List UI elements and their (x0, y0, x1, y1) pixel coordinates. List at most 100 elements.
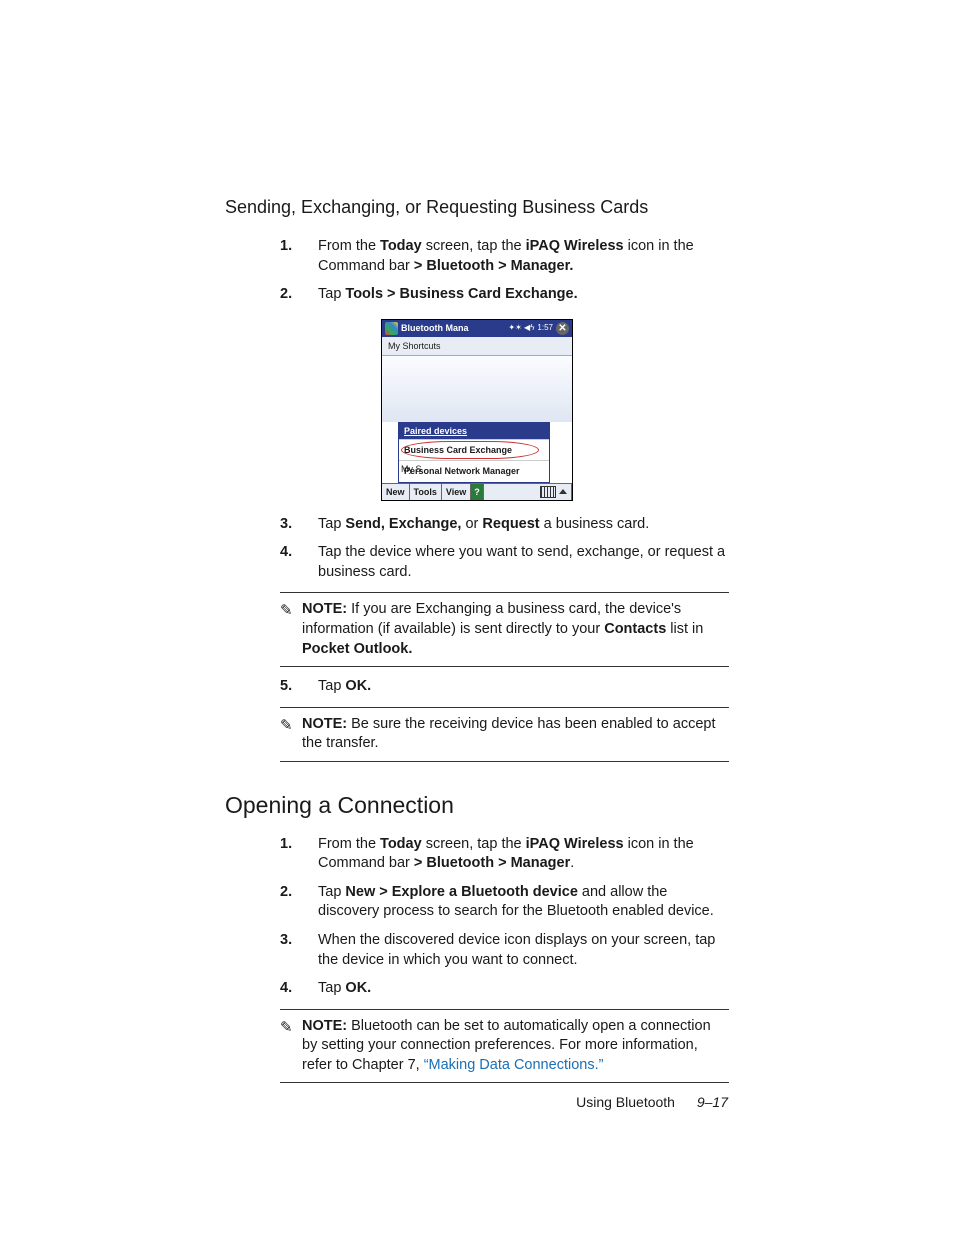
t: > Bluetooth > Manager. (414, 258, 574, 274)
t: Be sure the receiving device has been en… (302, 716, 716, 752)
t: Send, Exchange, (345, 516, 461, 532)
t: Pocket Outlook. (302, 641, 412, 657)
step-text: From the Today screen, tap the iPAQ Wire… (318, 835, 729, 874)
t: From the (318, 238, 380, 254)
t: iPAQ Wireless (526, 836, 624, 852)
note-icon: ✎ (280, 1017, 302, 1076)
note-text: NOTE: Bluetooth can be set to automatica… (302, 1017, 729, 1076)
steps-list-1: 1. From the Today screen, tap the iPAQ W… (280, 237, 729, 305)
t: > Bluetooth > Manager (414, 855, 570, 871)
t: or (461, 516, 482, 532)
link-making-data-connections[interactable]: “Making Data Connections.” (424, 1057, 604, 1073)
note-text: NOTE: Be sure the receiving device has b… (302, 715, 729, 754)
step-text: Tap OK. (318, 979, 729, 999)
step-number: 1. (280, 237, 318, 276)
t: Tap (318, 884, 345, 900)
steps-list-1b: 3. Tap Send, Exchange, or Request a busi… (280, 515, 729, 583)
clock: 1:57 (537, 323, 553, 334)
heading-opening-a-connection: Opening a Connection (225, 790, 729, 821)
step-number: 5. (280, 677, 318, 697)
embedded-screenshot: Bluetooth Mana ✦✶ ◀ϟ 1:57 ✕ My Shortcuts… (381, 319, 573, 501)
device-body (382, 356, 572, 422)
t: Today (380, 836, 422, 852)
t: screen, tap the (422, 238, 526, 254)
t: Tap (318, 516, 345, 532)
note-icon: ✎ (280, 715, 302, 754)
keyboard-icon (540, 486, 556, 498)
step-1: 1. From the Today screen, tap the iPAQ W… (280, 835, 729, 874)
footer-chapter: Using Bluetooth (576, 1094, 675, 1110)
step-text: Tap New > Explore a Bluetooth device and… (318, 883, 729, 922)
window-title: Bluetooth Mana (401, 322, 505, 334)
section-title: Sending, Exchanging, or Requesting Busin… (225, 195, 729, 219)
t: . (570, 855, 574, 871)
step-5: 5. Tap OK. (280, 677, 729, 697)
t: OK. (345, 980, 371, 996)
device-bottom-bar: New Tools View ? (382, 483, 572, 500)
t: Tap (318, 678, 345, 694)
t: Tools > Business Card Exchange. (345, 286, 577, 302)
step-number: 4. (280, 979, 318, 999)
step-text: Tap the device where you want to send, e… (318, 543, 729, 582)
tab-my-shortcuts: My Shortcuts (382, 337, 572, 356)
step-number: 2. (280, 285, 318, 305)
footer-page-number: 9–17 (697, 1094, 728, 1110)
note-3: ✎ NOTE: Bluetooth can be set to automati… (280, 1009, 729, 1084)
step-1: 1. From the Today screen, tap the iPAQ W… (280, 237, 729, 276)
device-titlebar: Bluetooth Mana ✦✶ ◀ϟ 1:57 ✕ (382, 320, 572, 337)
bb-new: New (382, 483, 410, 500)
keyboard-toggle (536, 483, 572, 500)
t: Tap (318, 980, 345, 996)
t: Tap (318, 286, 345, 302)
note-icon: ✎ (280, 600, 302, 659)
step-text: Tap Tools > Business Card Exchange. (318, 285, 729, 305)
t: New > Explore a Bluetooth device (345, 884, 577, 900)
step-number: 1. (280, 835, 318, 874)
step-3: 3. When the discovered device icon displ… (280, 931, 729, 970)
t: Contacts (604, 621, 666, 637)
note-1: ✎ NOTE: If you are Exchanging a business… (280, 592, 729, 667)
t: My Shortcuts (388, 341, 441, 351)
t: NOTE: (302, 716, 347, 732)
step-number: 3. (280, 931, 318, 970)
chevron-up-icon (559, 489, 567, 494)
t: Request (482, 516, 539, 532)
menu-header-paired-devices: Paired devices (399, 423, 549, 439)
steps-list-2: 1. From the Today screen, tap the iPAQ W… (280, 835, 729, 999)
t: screen, tap the (422, 836, 526, 852)
t: My S (401, 463, 422, 475)
step-3: 3. Tap Send, Exchange, or Request a busi… (280, 515, 729, 535)
bb-tools: Tools (410, 483, 442, 500)
page-footer: Using Bluetooth 9–17 (576, 1094, 728, 1110)
menu-item-business-card-exchange: Business Card Exchange (399, 439, 549, 460)
step-2: 2. Tap New > Explore a Bluetooth device … (280, 883, 729, 922)
step-number: 3. (280, 515, 318, 535)
steps-list-1c: 5. Tap OK. (280, 677, 729, 697)
t: NOTE: (302, 601, 347, 617)
step-4: 4. Tap OK. (280, 979, 729, 999)
step-text: Tap OK. (318, 677, 729, 697)
t: iPAQ Wireless (526, 238, 624, 254)
t: a business card. (540, 516, 650, 532)
step-4: 4. Tap the device where you want to send… (280, 543, 729, 582)
spacer (484, 483, 536, 500)
note-2: ✎ NOTE: Be sure the receiving device has… (280, 707, 729, 762)
step-number: 4. (280, 543, 318, 582)
t: list in (666, 621, 703, 637)
note-text: NOTE: If you are Exchanging a business c… (302, 600, 729, 659)
bb-view: View (442, 483, 471, 500)
t: From the (318, 836, 380, 852)
status-icons: ✦✶ ◀ϟ (508, 323, 534, 334)
t: NOTE: (302, 1018, 347, 1034)
t: Today (380, 238, 422, 254)
popup-menu: Paired devices Business Card Exchange My… (398, 422, 550, 482)
help-icon: ? (471, 483, 484, 500)
t: OK. (345, 678, 371, 694)
close-icon: ✕ (556, 322, 569, 335)
step-text: From the Today screen, tap the iPAQ Wire… (318, 237, 729, 276)
step-number: 2. (280, 883, 318, 922)
step-text: When the discovered device icon displays… (318, 931, 729, 970)
step-2: 2. Tap Tools > Business Card Exchange. (280, 285, 729, 305)
step-text: Tap Send, Exchange, or Request a busines… (318, 515, 729, 535)
start-flag-icon (385, 322, 398, 335)
